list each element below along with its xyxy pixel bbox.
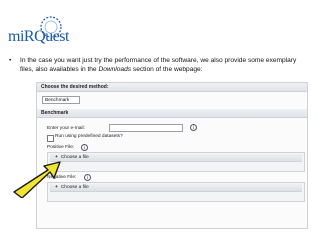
positive-choose-file-button[interactable]: + Choose a file — [50, 154, 302, 162]
positive-file-label: Positive File: — [47, 145, 75, 150]
negative-file-box: + Choose a file — [47, 182, 305, 202]
email-info-icon[interactable]: i — [190, 124, 197, 131]
form-panel: Choose the desired method: Benchmark Ben… — [36, 82, 308, 229]
benchmark-section-header: Benchmark — [37, 109, 307, 118]
negative-choose-file-button[interactable]: + Choose a file — [50, 184, 302, 192]
bullet-text: In the case you want just try the perfor… — [20, 56, 309, 74]
intro-bullet: • In the case you want just try the perf… — [9, 56, 309, 74]
positive-file-box: + Choose a file — [47, 152, 305, 172]
positive-info-icon[interactable]: i — [81, 144, 88, 151]
bullet-text-part: section of the webpage: — [131, 66, 203, 73]
predefined-datasets-label: Run using predefined datasets? — [55, 134, 123, 139]
predefined-datasets-checkbox[interactable] — [47, 135, 54, 142]
email-label: Enter your e-mail: — [47, 126, 85, 131]
method-section-header: Choose the desired method: — [37, 83, 307, 92]
method-select[interactable]: Benchmark — [42, 96, 80, 104]
email-field[interactable] — [109, 124, 183, 132]
negative-info-icon[interactable]: i — [84, 174, 91, 181]
mirquest-logo: miRQuest — [8, 14, 69, 50]
pointer-arrow-icon — [13, 161, 61, 198]
bullet-marker: • — [9, 57, 12, 64]
logo-text: miRQuest — [8, 28, 69, 45]
downloads-word: Downloads — [98, 66, 132, 73]
